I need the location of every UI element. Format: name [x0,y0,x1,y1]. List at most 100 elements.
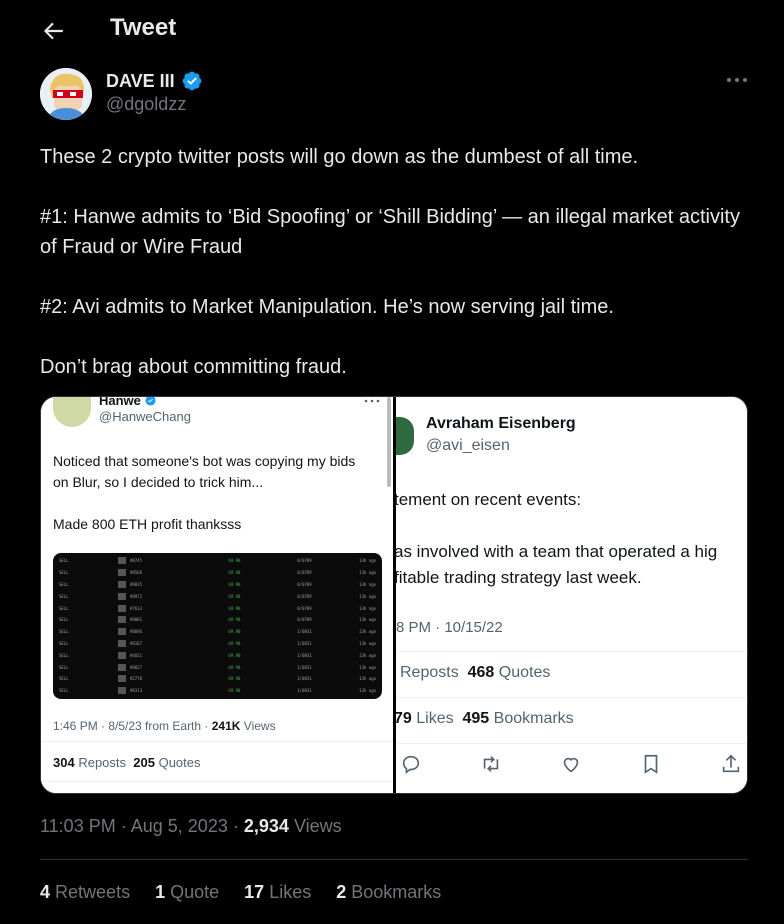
quotes-label: Quote [170,882,220,902]
embed-quotes-label: Quotes [158,755,201,770]
trade-table-cell: 13h ago [359,558,377,564]
trade-table-cell: 1/0831 [297,640,312,646]
divider [396,743,747,744]
media-image-left[interactable]: Hanwe @HanweChang Noticed that someone's… [41,397,393,793]
trade-table-cell: SELL [59,664,69,670]
trade-table-cell: 69.90 [228,581,241,587]
retweets-stat[interactable]: 4 Retweets [40,882,130,903]
nft-thumbnail [118,616,126,624]
trade-table-cell: #8096 [129,629,142,635]
trade-table-cell: 13h ago [359,570,377,576]
trade-table-row: SELL #2778 69.90 1/0831 13h ago [59,673,376,685]
tweet-time[interactable]: 11:03 PM [40,816,116,836]
tweet-paragraph: #1: Hanwe admits to ‘Bid Spoofing’ or ‘S… [40,206,740,258]
trade-table-cell: 1/0831 [297,652,312,658]
divider [396,697,747,698]
back-arrow-icon[interactable] [40,18,66,44]
trade-table-cell: SELL [59,640,69,646]
trade-table-row: SELL #8167 69.90 1/0831 13h ago [59,638,376,650]
tweet-date[interactable]: Aug 5, 2023 [131,816,228,836]
divider [41,741,393,742]
trade-table-cell: #7613 [129,605,142,611]
embed-date: 8 PM · 10/15/22 [396,619,503,636]
media-image-right[interactable]: Avraham Eisenberg @avi_eisen tement on r… [396,397,747,793]
trade-table-cell: SELL [59,652,69,658]
trade-table-cell: 69.90 [228,688,241,694]
quotes-count: 1 [155,882,166,902]
embed-meta: 1:46 PM · 8/5/23 from Earth · 241K Views [53,719,276,733]
trade-table-cell: 1/0831 [297,664,312,670]
trade-table-cell: 13h ago [359,664,377,670]
views-count: 2,934 [243,816,289,836]
trade-table-cell: 69.90 [228,652,241,658]
trade-table-cell: 1/0831 [297,688,312,694]
embed-name-text: Hanwe [99,397,141,408]
embed-paragraph: as involved with a team that operated a … [396,542,718,561]
embed-text: tement on recent events: as involved wit… [396,487,747,591]
embed-paragraph: tement on recent events: [396,490,582,509]
trade-table-row: SELL #8745 69.90 0/0789 13h ago [59,555,376,567]
nft-thumbnail [118,675,126,683]
tweet-paragraph: #2: Avi admits to Market Manipulation. H… [40,296,614,318]
nft-thumbnail [118,663,126,671]
embed-author-handle: @HanweChang [99,409,191,424]
tweet-media[interactable]: Hanwe @HanweChang Noticed that someone's… [40,396,748,794]
scrollbar [387,397,391,487]
embed-bookmarks-count: 495 [462,710,490,727]
nft-thumbnail [118,592,126,600]
share-icon [722,754,740,773]
views-label: Views [293,816,342,836]
author-name-text[interactable]: DAVE III [106,71,175,92]
embed-quotes-label: Quotes [498,664,551,681]
trade-table-cell: 69.90 [228,605,241,611]
trade-table-row: SELL #8560 69.90 0/0789 13h ago [59,567,376,579]
embed-avatar [53,397,91,427]
likes-label: Likes [269,882,312,902]
trade-table-cell: 1/0831 [297,629,312,635]
tweet-text: These 2 crypto twitter posts will go dow… [40,142,750,382]
trade-table-cell: 13h ago [359,652,377,658]
author-handle[interactable]: @dgoldzz [106,94,186,115]
verified-badge-icon [182,71,202,91]
tweet-stats: 4 Retweets 1 Quote 17 Likes 2 Bookmarks [40,882,441,903]
more-options-icon[interactable] [722,70,752,90]
trade-table-cell: #4821 [129,652,142,658]
trade-table-cell: SELL [59,676,69,682]
trade-table-cell: 69.90 [228,640,241,646]
embed-paragraph: Noticed that someone's bot was copying m… [53,453,356,490]
trade-table-cell: 1/0831 [297,676,312,682]
trade-table-image: SELL #8745 69.90 0/0789 13h ago SELL #8560 69.9… [53,553,382,699]
likes-stat[interactable]: 17 Likes [244,882,311,903]
separator: · [232,816,239,836]
embed-time: 1:46 PM · 8/5/23 from Earth · [53,719,209,733]
trade-table-cell: 69.90 [228,617,241,623]
tweet-paragraph: Don’t brag about committing fraud. [40,356,347,378]
embed-reposts-label: Reposts [78,755,127,770]
embed-views-count: 241K [211,719,241,733]
trade-table-cell: 0/0789 [297,581,312,587]
quotes-stat[interactable]: 1 Quote [155,882,219,903]
retweets-label: Retweets [55,882,131,902]
trade-table-cell: 69.90 [228,629,241,635]
trade-table-cell: 0/0789 [297,593,312,599]
header: Tweet [0,0,784,62]
embed-actions [396,753,747,777]
trade-table-cell: #8745 [129,558,142,564]
embed-text: Noticed that someone's bot was copying m… [53,451,373,535]
embed-views-label: Views [243,719,276,733]
trade-table-row: SELL #4821 69.90 1/0831 13h ago [59,649,376,661]
repost-icon [483,756,499,772]
trade-table-cell: 69.90 [228,593,241,599]
bookmarks-stat[interactable]: 2 Bookmarks [336,882,441,903]
embed-author-name: Avraham Eisenberg [426,415,576,432]
trade-table-cell: 69.90 [228,558,241,564]
trade-table-cell: #8560 [129,570,142,576]
trade-table-row: SELL #8835 69.90 0/0789 13h ago [59,579,376,591]
trade-table-cell: SELL [59,688,69,694]
verified-badge-icon [144,397,156,406]
divider [40,859,748,860]
author-name[interactable]: DAVE III [106,70,203,92]
trade-table-cell: 69.90 [228,664,241,670]
avatar[interactable] [40,68,92,120]
trade-table-cell: SELL [59,570,69,576]
